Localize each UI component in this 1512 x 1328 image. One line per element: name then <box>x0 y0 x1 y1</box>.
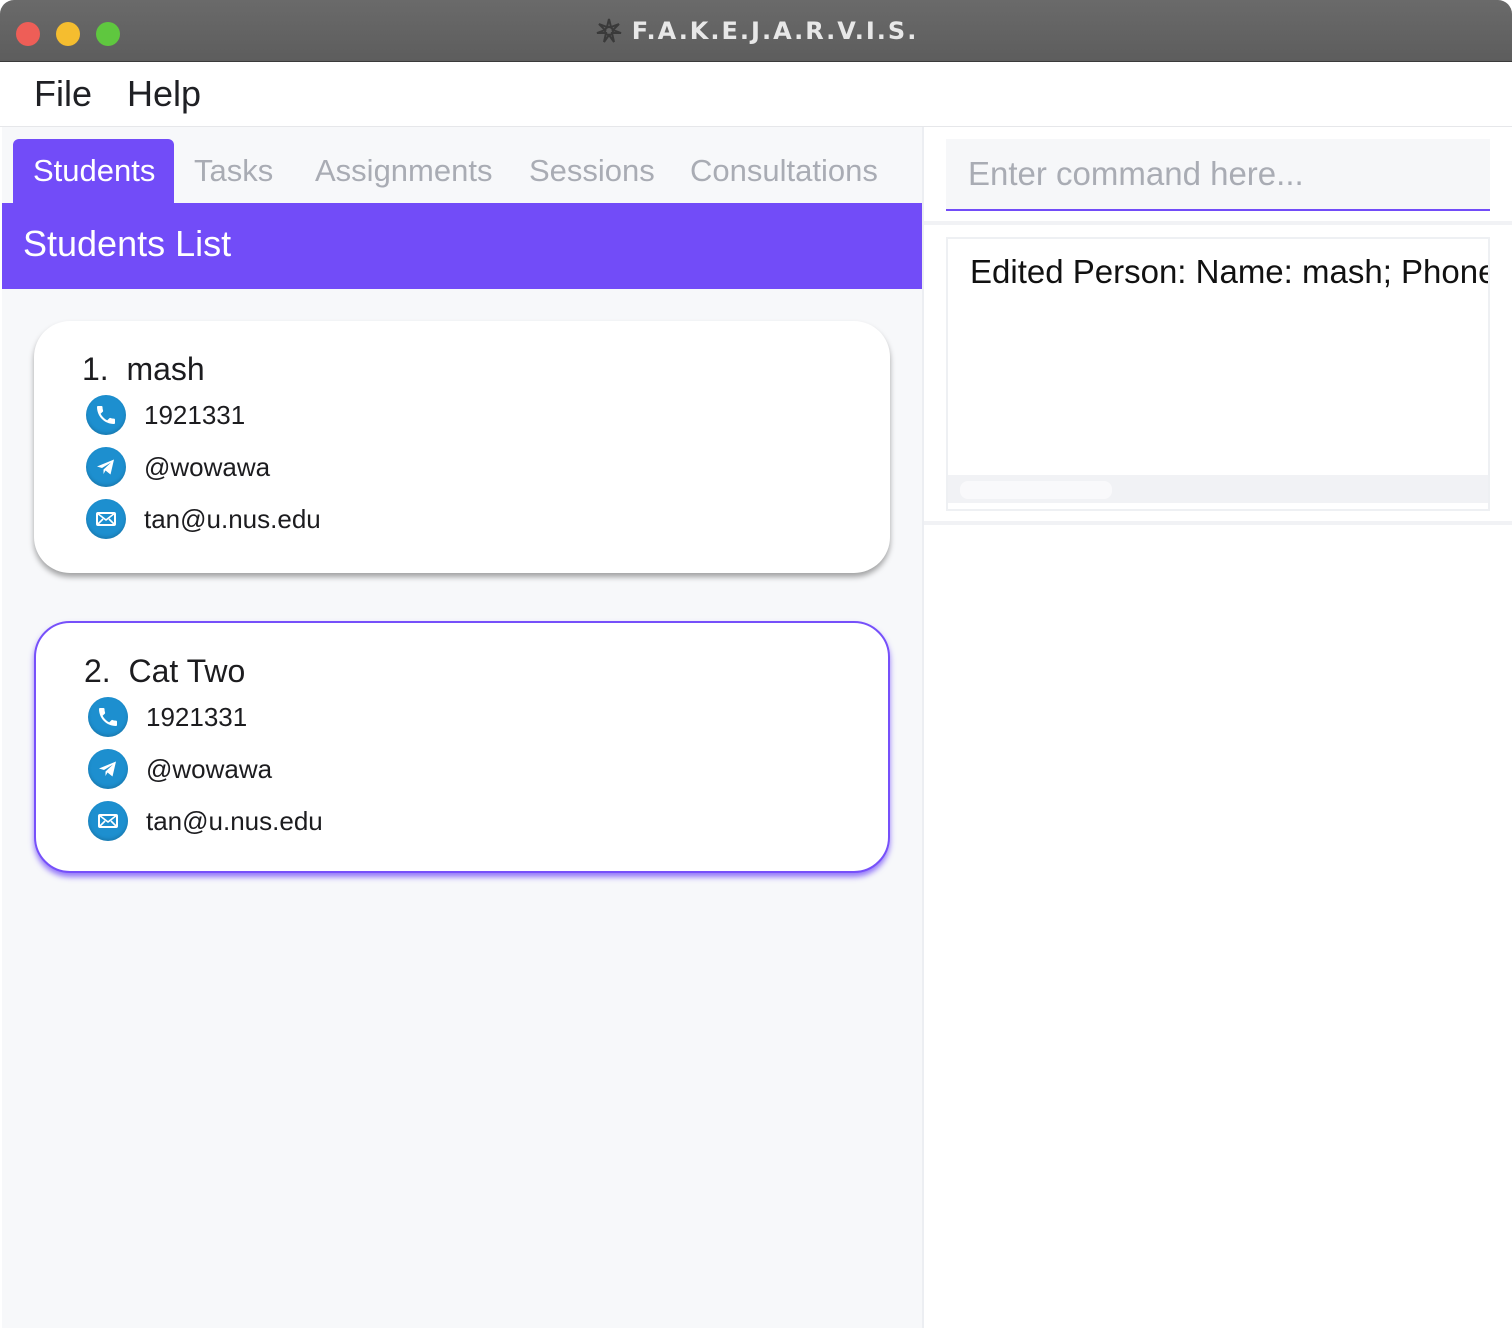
phone-icon <box>86 395 126 435</box>
student-email: tan@u.nus.edu <box>144 503 321 534</box>
student-title: 1. mash <box>82 351 205 388</box>
tab-assignments[interactable]: Assignments <box>295 139 512 203</box>
horizontal-scrollbar[interactable] <box>948 475 1488 503</box>
tab-students[interactable]: Students <box>13 139 174 203</box>
tab-bar: Students Tasks Assignments Sessions Cons… <box>2 127 922 203</box>
student-phone-row: 1921331 <box>88 696 247 738</box>
email-icon <box>86 499 126 539</box>
email-icon <box>88 801 128 841</box>
student-card[interactable]: 1. mash 1921331 @wowawa tan@u.nus.edu <box>34 321 890 573</box>
tab-tasks[interactable]: Tasks <box>174 139 293 203</box>
student-email-row: tan@u.nus.edu <box>86 498 321 540</box>
student-title: 2. Cat Two <box>84 653 245 690</box>
student-telegram-row: @wowawa <box>88 748 272 790</box>
result-display[interactable]: Edited Person: Name: mash; Phone: <box>946 237 1490 511</box>
student-telegram-row: @wowawa <box>86 446 270 488</box>
student-telegram: @wowawa <box>146 753 273 784</box>
menu-bar: File Help <box>0 63 1512 127</box>
student-email: tan@u.nus.edu <box>146 805 323 836</box>
students-list-title: Students List <box>23 223 232 264</box>
student-name: mash <box>126 351 205 387</box>
tab-sessions[interactable]: Sessions <box>509 139 675 203</box>
menu-file[interactable]: File <box>34 73 92 115</box>
tab-consultations[interactable]: Consultations <box>670 139 898 203</box>
menu-help[interactable]: Help <box>127 73 201 115</box>
phone-icon <box>88 697 128 737</box>
result-text: Edited Person: Name: mash; Phone: <box>970 253 1490 290</box>
app-window: F.A.K.E.J.A.R.V.I.S. File Help Students … <box>0 0 1512 1328</box>
title-bar: F.A.K.E.J.A.R.V.I.S. <box>0 0 1512 62</box>
students-list-header: Students List <box>2 203 922 289</box>
window-title: F.A.K.E.J.A.R.V.I.S. <box>631 17 919 45</box>
student-card-selected[interactable]: 2. Cat Two 1921331 @wowawa tan@u.nus.edu <box>34 621 890 873</box>
telegram-icon <box>86 447 126 487</box>
student-email-row: tan@u.nus.edu <box>88 800 323 842</box>
divider <box>924 221 1512 225</box>
student-phone: 1921331 <box>146 701 248 732</box>
student-index: 2. <box>84 653 111 689</box>
scrollbar-thumb[interactable] <box>960 481 1112 499</box>
divider <box>924 521 1512 525</box>
student-phone-row: 1921331 <box>86 394 245 436</box>
command-input[interactable] <box>946 139 1490 209</box>
app-logo-icon <box>596 18 622 43</box>
student-index: 1. <box>82 351 109 387</box>
telegram-icon <box>88 749 128 789</box>
student-phone: 1921331 <box>144 399 246 430</box>
command-box <box>946 139 1490 211</box>
left-pane: Students Tasks Assignments Sessions Cons… <box>2 127 922 1328</box>
student-telegram: @wowawa <box>144 451 271 482</box>
right-pane: Edited Person: Name: mash; Phone: <box>922 127 1512 1328</box>
student-name: Cat Two <box>128 653 246 689</box>
title-container: F.A.K.E.J.A.R.V.I.S. <box>0 0 1512 62</box>
